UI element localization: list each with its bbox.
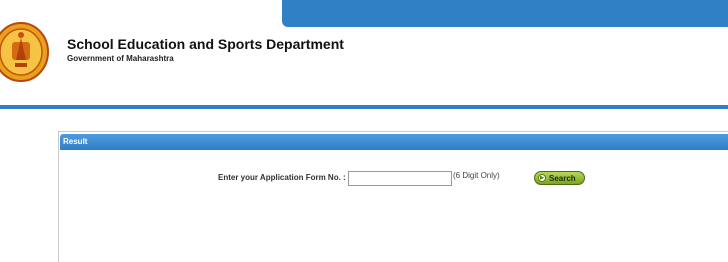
maharashtra-seal-icon [0, 22, 49, 82]
panel-title: Result [60, 134, 728, 150]
header-divider [0, 105, 728, 109]
arrow-right-circle-icon: ▶ [538, 174, 546, 182]
department-title: School Education and Sports Department [67, 36, 344, 52]
application-number-input[interactable] [348, 171, 452, 186]
application-form-label: Enter your Application Form No. : [218, 173, 346, 182]
department-subtitle: Government of Maharashtra [67, 54, 174, 63]
top-accent-bar [282, 0, 728, 27]
search-button-label: Search [549, 173, 576, 183]
digit-hint: (6 Digit Only) [453, 171, 500, 180]
result-panel: Result [58, 131, 728, 262]
search-button[interactable]: ▶ Search [534, 171, 585, 185]
